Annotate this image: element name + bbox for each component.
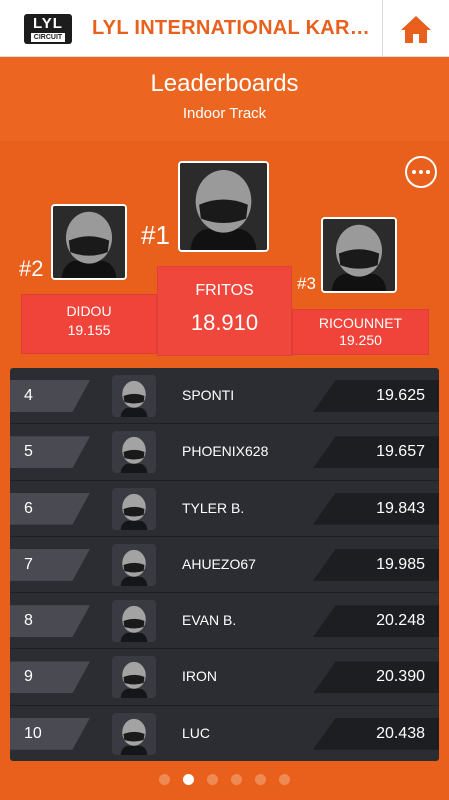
more-options-icon <box>412 170 416 174</box>
row-lap-time: 19.843 <box>313 492 439 525</box>
helmet-avatar-icon <box>113 656 155 699</box>
more-options-dot <box>419 170 423 174</box>
helmet-avatar-icon <box>113 712 155 755</box>
page-dot[interactable] <box>279 774 290 785</box>
first-place-time: 18.910 <box>190 310 259 335</box>
row-driver-name: EVAN B. <box>182 612 237 629</box>
helmet-avatar-icon <box>113 543 155 586</box>
first-place-card[interactable]: FRITOS 18.910 <box>157 266 292 356</box>
row-rank: 10 <box>10 717 90 750</box>
second-place-time: 19.155 <box>67 322 111 338</box>
leaderboard-header: Leaderboards Indoor Track <box>0 57 449 141</box>
table-row[interactable]: 4 SPONTI 19.625 <box>10 368 439 425</box>
row-rank: 8 <box>10 605 90 638</box>
third-place-name: RICOUNNET <box>318 315 403 331</box>
row-lap-time: 20.248 <box>313 605 439 638</box>
logo-text-bottom: CIRCUIT <box>30 32 66 42</box>
row-rank: 7 <box>10 548 90 581</box>
page-title: Leaderboards <box>150 70 299 97</box>
second-place-rank: #2 <box>19 256 44 281</box>
row-avatar <box>112 487 156 530</box>
row-lap-time: 20.390 <box>313 661 439 694</box>
app-title: LYL INTERNATIONAL KARTIN... <box>92 17 382 39</box>
second-place-avatar[interactable] <box>51 204 127 280</box>
logo-text-top: LYL <box>33 14 63 32</box>
row-driver-name: AHUEZO67 <box>182 555 256 572</box>
table-row[interactable]: 7 AHUEZO67 19.985 <box>10 537 439 594</box>
row-avatar <box>112 431 156 474</box>
leaderboard-list[interactable]: 4 SPONTI 19.625 5 PHOENIX628 19.657 6 TYLER B. 1… <box>10 368 439 761</box>
row-avatar <box>112 543 156 586</box>
helmet-avatar-icon <box>113 375 155 417</box>
row-rank: 4 <box>10 380 90 412</box>
home-button[interactable] <box>382 0 449 57</box>
lyl-circuit-logo: LYL CIRCUIT <box>24 14 72 44</box>
row-avatar <box>112 656 156 699</box>
helmet-avatar-icon <box>180 163 267 250</box>
page-dot[interactable] <box>159 774 170 785</box>
row-lap-time: 20.438 <box>313 717 439 750</box>
page-dot[interactable] <box>183 774 194 785</box>
third-place-card[interactable]: RICOUNNET 19.250 <box>292 309 429 355</box>
row-driver-name: IRON <box>182 668 217 685</box>
row-lap-time: 19.985 <box>313 548 439 581</box>
third-place-rank: #3 <box>297 274 316 293</box>
first-place-avatar[interactable] <box>178 161 269 252</box>
third-place-avatar[interactable] <box>321 217 397 293</box>
more-options-button[interactable] <box>405 156 437 188</box>
track-subtitle: Indoor Track <box>182 105 267 122</box>
third-place-time: 19.250 <box>339 332 382 348</box>
helmet-avatar-icon <box>53 206 125 278</box>
more-options-dot <box>426 170 430 174</box>
helmet-avatar-icon <box>113 487 155 530</box>
row-rank: 6 <box>10 492 90 525</box>
app-bar: LYL CIRCUIT LYL INTERNATIONAL KARTIN... <box>0 0 449 57</box>
row-driver-name: TYLER B. <box>182 499 245 516</box>
row-lap-time: 19.625 <box>313 380 439 412</box>
row-avatar <box>112 600 156 643</box>
table-row[interactable]: 6 TYLER B. 19.843 <box>10 481 439 537</box>
row-driver-name: SPONTI <box>182 387 235 403</box>
row-rank: 9 <box>10 661 90 694</box>
first-place-rank: #1 <box>141 220 170 250</box>
table-row[interactable]: 9 IRON 20.390 <box>10 649 439 706</box>
second-place-card[interactable]: DIDOU 19.155 <box>21 294 157 354</box>
page-dot[interactable] <box>231 774 242 785</box>
helmet-avatar-icon <box>113 431 155 474</box>
home-icon <box>401 15 431 43</box>
page-dot[interactable] <box>255 774 266 785</box>
second-place-name: DIDOU <box>66 303 112 319</box>
row-avatar <box>112 712 156 755</box>
row-driver-name: LUC <box>182 724 211 741</box>
row-rank: 5 <box>10 436 90 469</box>
row-avatar <box>112 375 156 417</box>
page-indicator <box>0 774 449 788</box>
helmet-avatar-icon <box>113 600 155 643</box>
table-row[interactable]: 10 LUC 20.438 <box>10 706 439 761</box>
row-lap-time: 19.657 <box>313 436 439 469</box>
helmet-avatar-icon <box>323 219 395 291</box>
table-row[interactable]: 5 PHOENIX628 19.657 <box>10 424 439 481</box>
first-place-name: FRITOS <box>195 282 254 299</box>
table-row[interactable]: 8 EVAN B. 20.248 <box>10 593 439 650</box>
page-dot[interactable] <box>207 774 218 785</box>
row-driver-name: PHOENIX628 <box>182 443 269 460</box>
